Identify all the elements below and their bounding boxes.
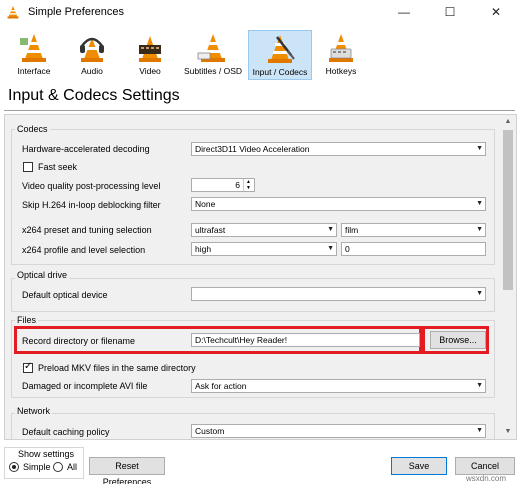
chevron-down-icon: ▼ [476,290,483,297]
tab-subtitles-osd[interactable]: Subtitles / OSD [180,30,246,80]
caching-policy-combo[interactable]: Custom ▼ [191,424,486,438]
all-radio-label: All [67,462,78,472]
heading-divider [4,110,515,111]
subtitles-cone-icon [197,34,225,62]
vertical-scrollbar[interactable]: ▲ ▼ [501,116,515,438]
vlc-cone-icon [7,6,19,19]
record-directory-input[interactable]: D:\Techcult\Hey Reader! [191,333,420,347]
film-cone-icon [139,36,161,62]
minimize-button[interactable]: — [381,0,427,24]
all-radio[interactable] [53,462,63,472]
simple-radio[interactable] [9,462,19,472]
preload-mkv-label: Preload MKV files in the same directory [38,363,196,373]
cancel-button[interactable]: Cancel [455,457,515,475]
settings-scroll-area: Codecs Hardware-accelerated decoding Dir… [4,114,517,440]
page-title: Input & Codecs Settings [8,87,180,104]
files-group-title: Files [15,315,39,325]
x264-profile-label: x264 profile and level selection [22,245,146,255]
close-button[interactable]: ✕ [473,0,519,24]
chevron-down-icon: ▼ [476,427,483,434]
x264-preset-combo[interactable]: ultrafast ▼ [191,223,337,237]
skip-loop-filter-label: Skip H.264 in-loop deblocking filter [22,200,161,210]
damaged-avi-label: Damaged or incomplete AVI file [22,381,148,391]
skip-loop-filter-combo[interactable]: None ▼ [191,197,486,211]
simple-radio-label: Simple [23,462,51,472]
preload-mkv-checkbox[interactable] [23,361,33,373]
chevron-down-icon: ▼ [327,245,334,252]
watermark: wsxdn.com [466,474,507,483]
show-settings-title: Show settings [16,449,77,459]
x264-profile-combo[interactable]: high ▼ [191,242,337,256]
damaged-avi-combo[interactable]: Ask for action ▼ [191,379,486,393]
tab-subtitles-label: Subtitles / OSD [183,66,243,76]
preferences-category-toolbar: Interface Audio Video Subtitles / OSD In… [0,26,519,82]
optical-device-combo[interactable]: ▼ [191,287,486,301]
scroll-down-icon[interactable]: ▼ [501,426,515,438]
headphones-cone-icon [80,37,104,62]
pp-level-label: Video quality post-processing level [22,181,161,191]
pp-level-spinbox[interactable]: 6 ▲ ▼ [191,178,255,192]
network-group-title: Network [15,406,53,416]
maximize-button[interactable]: ☐ [427,0,473,24]
chevron-down-icon: ▼ [476,145,483,152]
tab-input-codecs[interactable]: Input / Codecs [248,30,312,80]
chevron-down-icon: ▼ [476,382,483,389]
save-button[interactable]: Save [391,457,447,475]
reset-preferences-button[interactable]: Reset Preferences [89,457,165,484]
fast-seek-label: Fast seek [38,162,78,172]
vlc-cone-interface-icon [20,34,46,62]
window-title: Simple Preferences [28,6,124,18]
hotkeys-cone-icon [329,34,353,62]
x264-tune-combo[interactable]: film ▼ [341,223,486,237]
tab-hotkeys[interactable]: Hotkeys [314,30,368,80]
tab-audio-label: Audio [81,66,103,76]
record-directory-label: Record directory or filename [22,336,136,346]
chevron-down-icon: ▼ [476,226,483,233]
tab-video[interactable]: Video [122,30,178,80]
optical-device-label: Default optical device [22,290,108,300]
fast-seek-checkbox[interactable] [23,162,33,172]
tab-audio[interactable]: Audio [64,30,120,80]
scroll-up-icon[interactable]: ▲ [501,116,515,128]
chevron-down-icon: ▼ [476,200,483,207]
scrollbar-thumb[interactable] [503,130,513,290]
spin-arrows-icon[interactable]: ▲ ▼ [243,179,253,191]
tab-video-label: Video [139,66,161,76]
tab-input-codecs-label: Input / Codecs [252,67,308,77]
title-bar: Simple Preferences — ☐ ✕ [0,0,519,24]
codecs-group-title: Codecs [15,124,50,134]
optical-drive-title: Optical drive [15,270,70,280]
chevron-down-icon: ▼ [327,226,334,233]
caching-policy-label: Default caching policy [22,427,110,437]
x264-preset-label: x264 preset and tuning selection [22,225,152,235]
input-codecs-cone-icon [268,35,295,63]
browse-button[interactable]: Browse... [430,331,486,349]
x264-level-input[interactable]: 0 [341,242,486,256]
hw-decoding-combo[interactable]: Direct3D11 Video Acceleration ▼ [191,142,486,156]
tab-interface[interactable]: Interface [6,30,62,80]
hw-decoding-label: Hardware-accelerated decoding [22,144,150,154]
tab-interface-label: Interface [17,66,51,76]
tab-hotkeys-label: Hotkeys [325,66,357,76]
